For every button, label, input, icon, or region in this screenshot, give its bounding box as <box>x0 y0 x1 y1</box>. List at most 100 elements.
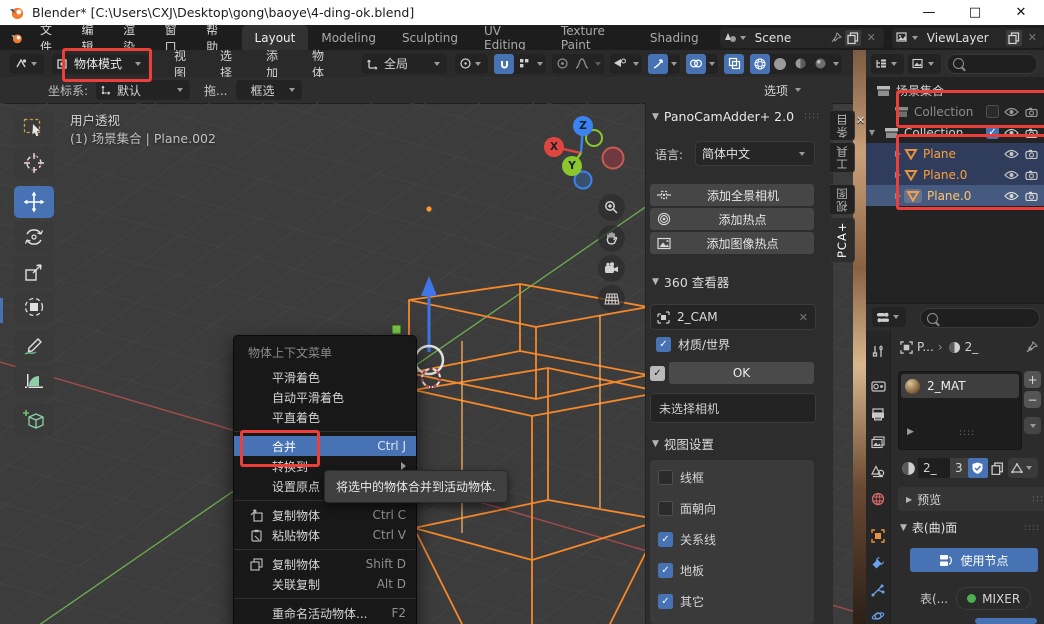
camera-visibility-icon[interactable] <box>1025 170 1038 180</box>
viewer-section-header[interactable]: ▼360 查看器 <box>652 272 729 291</box>
tab-render[interactable] <box>866 374 890 398</box>
pivot-point-dropdown[interactable] <box>455 54 488 74</box>
outliner-row-plane-001[interactable]: ▶ Plane.0 <box>866 164 1044 185</box>
slot-list-expand[interactable]: ▶ <box>907 427 914 437</box>
browse-material-icon[interactable] <box>901 461 916 476</box>
slot-specials-menu[interactable] <box>1024 417 1041 434</box>
view-settings-header[interactable]: ▼视图设置 <box>652 434 714 453</box>
slot-list-drag-dots[interactable]: :::: <box>959 428 975 438</box>
menu-item-duplicate-objects[interactable]: 复制物体 Shift D <box>234 554 416 574</box>
checkbox-face-orientation[interactable]: 面朝向 <box>650 486 814 517</box>
pan-button[interactable] <box>598 225 625 252</box>
outliner-row-plane-002-active[interactable]: ▶ Plane.0 <box>866 185 1044 206</box>
eye-icon[interactable] <box>1004 149 1019 159</box>
exclude-checkbox[interactable] <box>986 126 999 139</box>
tool-measure[interactable] <box>14 365 54 397</box>
menu-item-join[interactable]: 合并 Ctrl J <box>234 436 416 456</box>
breadcrumb-object-icon[interactable] <box>900 341 913 354</box>
eye-icon[interactable] <box>1004 128 1019 138</box>
xray-toggle[interactable] <box>724 54 744 74</box>
checkbox-wireframe[interactable]: 线框 <box>650 460 814 486</box>
ok-checkbox[interactable] <box>650 366 665 381</box>
sidebar-tab-tool[interactable]: 工具 <box>830 142 855 173</box>
tool-cursor[interactable] <box>14 147 54 179</box>
workspace-tab-texturepaint[interactable]: Texture Paint <box>548 25 637 50</box>
outliner-row-collection[interactable]: ▼ Collection <box>866 122 1044 143</box>
eye-icon[interactable] <box>1004 191 1019 201</box>
surface-section-header[interactable]: ▼ 表(曲)面 :::: <box>900 519 1040 536</box>
material-slot-row[interactable]: 2_MAT <box>901 374 1019 398</box>
camera-visibility-icon[interactable] <box>1025 107 1038 117</box>
breadcrumb-material-name[interactable]: 2_ <box>965 340 979 354</box>
material-world-checkbox[interactable]: 材质/世界 <box>656 336 730 353</box>
perspective-toggle-button[interactable] <box>598 285 625 312</box>
menu-edit[interactable]: 编辑 <box>71 25 113 50</box>
outliner-row-collection-hidden[interactable]: Collection <box>866 101 1044 122</box>
viewlayer-selector[interactable]: ViewLayer ✕ <box>892 28 1044 48</box>
eye-icon[interactable] <box>1004 170 1019 180</box>
show-overlays-toggle[interactable] <box>686 54 706 74</box>
preview-section-header[interactable]: ▶ 预览 :::: <box>898 487 1044 511</box>
tool-select-box[interactable] <box>14 112 54 144</box>
camera-visibility-icon[interactable] <box>1025 149 1038 159</box>
remove-viewlayer-icon[interactable]: ✕ <box>1025 31 1040 44</box>
sidebar-tab-item[interactable]: 条目 <box>830 110 855 141</box>
blender-menu-icon[interactable] <box>10 30 23 46</box>
tab-modifiers[interactable] <box>866 551 890 575</box>
nav-axis-y[interactable]: Y <box>562 156 582 176</box>
nav-axis-x[interactable]: X <box>544 137 564 157</box>
tab-particles[interactable] <box>866 578 890 602</box>
material-name-field[interactable]: 2_ <box>918 458 950 478</box>
coord-dropdown[interactable]: 默认 <box>96 80 190 100</box>
menu-add[interactable]: 添加 <box>254 47 300 81</box>
shading-wireframe[interactable] <box>750 54 770 74</box>
users-count-badge[interactable]: 3 <box>950 458 968 478</box>
ok-button[interactable]: OK <box>669 362 814 384</box>
workspace-tab-sculpting[interactable]: Sculpting <box>389 25 471 50</box>
workspace-tab-shading[interactable]: Shading <box>637 25 712 50</box>
shading-material[interactable] <box>790 54 810 74</box>
eye-icon[interactable] <box>1004 107 1019 117</box>
outliner-search-input[interactable] <box>946 54 1038 74</box>
camera-view-button[interactable] <box>598 255 625 282</box>
shading-solid[interactable] <box>770 54 790 74</box>
checkbox-other[interactable]: 其它 <box>650 579 814 610</box>
tool-rotate[interactable] <box>14 221 54 253</box>
sidebar-tab-view[interactable]: 视图 <box>830 184 855 215</box>
expand-arrow[interactable]: ▼ <box>866 128 878 137</box>
outliner-editor-selector[interactable] <box>871 54 904 74</box>
checkbox-floor[interactable]: 地板 <box>650 548 814 579</box>
tab-physics[interactable] <box>866 604 890 624</box>
camera-name-field[interactable]: 2_CAM ✕ <box>650 304 816 330</box>
outliner-row-plane[interactable]: ▶ Plane <box>866 143 1044 164</box>
tool-transform[interactable] <box>14 291 54 323</box>
shader-dropdown[interactable]: MIXER <box>956 587 1031 610</box>
breadcrumb-object-name[interactable]: P... <box>917 340 934 354</box>
menu-select[interactable]: 选择 <box>208 47 254 81</box>
pin-icon[interactable] <box>831 32 842 43</box>
editor-type-selector[interactable] <box>10 54 44 74</box>
menu-object[interactable]: 物体 <box>300 47 346 81</box>
pin-id-icon[interactable] <box>1026 341 1038 353</box>
menu-item-shade-flat[interactable]: 平直着色 <box>234 407 416 427</box>
snap-settings[interactable] <box>514 54 534 74</box>
zoom-button[interactable] <box>598 194 625 221</box>
menu-item-shade-smooth[interactable]: 平滑着色 <box>234 367 416 387</box>
menu-item-duplicate-linked[interactable]: 关联复制 Alt D <box>234 574 416 594</box>
properties-search-input[interactable] <box>920 308 1040 328</box>
show-gizmo-toggle[interactable] <box>648 54 668 74</box>
menu-item-rename-active[interactable]: 重命名活动物体... F2 <box>234 603 416 623</box>
drag-mode-dropdown[interactable]: 框选 <box>236 80 302 100</box>
new-viewlayer-icon[interactable] <box>1006 30 1022 46</box>
add-hotspot-button[interactable]: 添加热点 <box>650 208 814 230</box>
new-scene-icon[interactable] <box>845 30 861 46</box>
minimize-button[interactable]: — <box>906 0 952 25</box>
menu-item-shade-auto-smooth[interactable]: 自动平滑着色 <box>234 387 416 407</box>
tool-scale[interactable] <box>14 256 54 288</box>
new-material-icon[interactable] <box>991 462 1004 475</box>
tool-add-cube[interactable] <box>14 404 54 436</box>
nav-axis-z[interactable]: Z <box>573 116 593 136</box>
use-nodes-button[interactable]: 使用节点 <box>910 548 1038 572</box>
menu-render[interactable]: 渲染 <box>112 25 154 50</box>
add-slot-button[interactable]: + <box>1024 371 1041 388</box>
